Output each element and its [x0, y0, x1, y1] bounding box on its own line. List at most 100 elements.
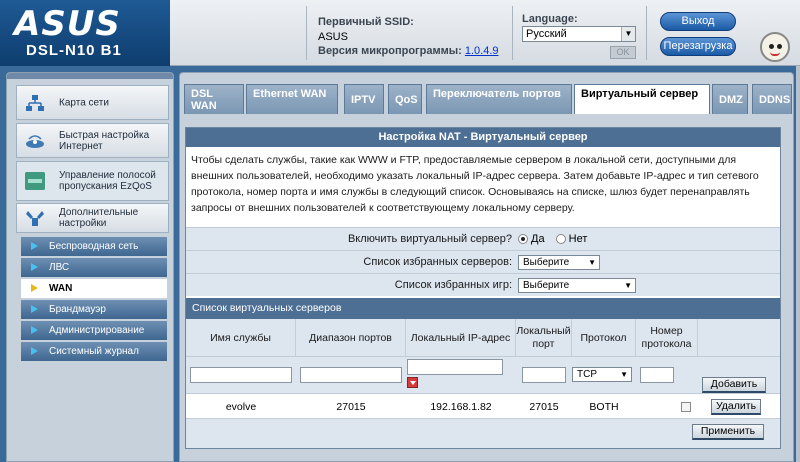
cell-protocol: BOTH	[589, 401, 619, 413]
tab-iptv[interactable]: IPTV	[344, 84, 384, 114]
sidebar-item-administration[interactable]: Администрирование	[21, 321, 167, 340]
chevron-down-icon: ▼	[588, 258, 596, 267]
tab-virtual-server[interactable]: Виртуальный сервер	[574, 84, 710, 114]
column-header-protocol-number: Номер протокола	[636, 319, 698, 357]
sidebar-item-label: Карта сети	[59, 97, 109, 108]
header-divider	[646, 6, 647, 60]
firmware-version-link[interactable]: 1.0.4.9	[465, 45, 499, 57]
sidebar-item-label: WAN	[49, 283, 73, 294]
enable-no-radio[interactable]	[555, 234, 566, 245]
protocol-select-value: TCP	[577, 369, 597, 380]
row-select-checkbox[interactable]	[681, 402, 691, 412]
delete-button[interactable]: Удалить	[711, 399, 761, 415]
favorite-games-row: Список избранных игр: Выберите ▼	[186, 273, 780, 296]
sidebar-item-label: Брандмауэр	[49, 304, 106, 315]
logout-button[interactable]: Выход	[660, 12, 736, 31]
service-name-input[interactable]	[190, 367, 292, 383]
language-select[interactable]: Русский ▼	[522, 26, 636, 42]
model-name: DSL-N10 B1	[26, 42, 122, 59]
virtual-server-panel: Настройка NAT - Виртуальный сервер Чтобы…	[185, 127, 781, 449]
language-ok-button[interactable]: OK	[610, 46, 636, 59]
sidebar-item-label: ЛВС	[49, 262, 70, 273]
favorite-servers-row: Список избранных серверов: Выберите ▼	[186, 250, 780, 273]
sidebar-item-label: Быстрая настройка Интернет	[59, 129, 150, 152]
language-label: Language:	[522, 13, 578, 25]
chevron-down-icon: ▼	[620, 370, 628, 379]
sidebar-item-wireless[interactable]: Беспроводная сеть	[21, 237, 167, 256]
cell-port-range: 27015	[336, 401, 366, 413]
column-header-port-range: Диапазон портов	[296, 319, 406, 357]
play-arrow-icon	[31, 284, 38, 292]
port-range-input[interactable]	[300, 367, 402, 383]
add-button[interactable]: Добавить	[702, 377, 766, 393]
reboot-button[interactable]: Перезагрузка	[660, 37, 736, 56]
chevron-down-icon: ▼	[624, 281, 632, 290]
tab-dsl-wan[interactable]: DSL WAN	[184, 84, 244, 114]
sidebar-item-system-log[interactable]: Системный журнал	[21, 342, 167, 361]
local-ip-dropdown-button[interactable]	[407, 377, 418, 388]
sidebar-item-advanced-settings[interactable]: Дополнительные настройки	[16, 203, 169, 233]
page-scrollbar[interactable]	[796, 66, 800, 462]
header-divider	[306, 6, 307, 60]
sidebar-item-label: Дополнительные настройки	[59, 207, 139, 229]
tab-ddns[interactable]: DDNS	[752, 84, 792, 114]
column-header-protocol: Протокол	[572, 319, 636, 357]
tab-ethernet-wan[interactable]: Ethernet WAN	[246, 84, 338, 114]
cell-local-port: 27015	[529, 401, 559, 413]
avatar-eye	[777, 44, 782, 49]
favorite-games-label: Список избранных игр:	[394, 279, 512, 291]
enable-virtual-server-row: Включить виртуальный сервер? Да Нет	[186, 227, 780, 250]
header-divider	[512, 6, 513, 60]
apply-button[interactable]: Применить	[692, 424, 764, 440]
enable-yes-radio[interactable]	[518, 234, 528, 245]
smiley-face-icon	[760, 32, 790, 62]
language-select-value: Русский	[526, 28, 567, 40]
ssid-value: ASUS	[318, 31, 348, 43]
tab-port-switch[interactable]: Переключатель портов	[426, 84, 572, 114]
sidebar-item-firewall[interactable]: Брандмауэр	[21, 300, 167, 319]
column-header-local-port: Локальный порт	[516, 319, 572, 357]
ezqos-icon	[25, 172, 45, 190]
sidebar-item-lan[interactable]: ЛВС	[21, 258, 167, 277]
sidebar-item-network-map[interactable]: Карта сети	[16, 85, 169, 120]
brand-logo-area: ASUS DSL-N10 B1	[0, 0, 170, 66]
firmware-label-text: Версия микропрограммы:	[318, 45, 462, 57]
column-header-local-ip: Локальный IP-адрес	[406, 319, 516, 357]
panel-title: Настройка NAT - Виртуальный сервер	[186, 128, 780, 147]
quick-setup-icon	[26, 135, 44, 148]
table-row: evolve 27015 192.168.1.82 27015 BOTH Уда…	[186, 395, 780, 419]
avatar-mouth	[770, 52, 780, 56]
enable-no-label: Нет	[568, 233, 588, 246]
column-header-service-name: Имя службы	[186, 319, 296, 357]
sidebar-item-wan[interactable]: WAN	[21, 279, 167, 298]
favorite-servers-select[interactable]: Выберите ▼	[518, 255, 600, 270]
enable-yes-label: Да	[531, 233, 545, 246]
sidebar-submenu: Беспроводная сеть ЛВС WAN Брандмауэр Адм…	[21, 237, 167, 363]
local-ip-input[interactable]	[407, 359, 503, 375]
ssid-label: Первичный SSID:	[318, 16, 414, 28]
virtual-server-list-title: Список виртуальных серверов	[186, 298, 780, 319]
new-entry-row: TCP ▼ Добавить	[186, 357, 780, 394]
play-arrow-icon	[31, 263, 38, 271]
sidebar-item-label: Администрирование	[49, 325, 145, 336]
tab-bar: DSL WAN Ethernet WAN IPTV QoS Переключат…	[184, 84, 794, 114]
top-header: ASUS DSL-N10 B1 Первичный SSID: ASUS Вер…	[0, 0, 800, 66]
tab-qos[interactable]: QoS	[388, 84, 422, 114]
sidebar-item-ezqos[interactable]: Управление полосой пропускания EzQoS	[16, 161, 169, 201]
avatar-eye	[769, 44, 774, 49]
chevron-down-icon: ▼	[621, 27, 635, 41]
main-content: DSL WAN Ethernet WAN IPTV QoS Переключат…	[179, 72, 794, 462]
local-port-input[interactable]	[522, 367, 566, 383]
asus-logo: ASUS	[14, 4, 121, 44]
tab-dmz[interactable]: DMZ	[712, 84, 748, 114]
firmware-label: Версия микропрограммы: 1.0.4.9	[318, 45, 499, 57]
cell-service-name: evolve	[225, 401, 257, 413]
favorite-servers-value: Выберите	[523, 257, 570, 268]
sidebar-item-label: Беспроводная сеть	[49, 241, 139, 252]
protocol-number-input[interactable]	[640, 367, 674, 383]
sidebar: Карта сети Быстрая настройка Интернет Уп…	[6, 72, 174, 462]
sidebar-item-quick-setup[interactable]: Быстрая настройка Интернет	[16, 123, 169, 158]
protocol-select[interactable]: TCP ▼	[572, 367, 632, 382]
advanced-settings-icon	[26, 211, 44, 226]
favorite-games-select[interactable]: Выберите ▼	[518, 278, 636, 293]
